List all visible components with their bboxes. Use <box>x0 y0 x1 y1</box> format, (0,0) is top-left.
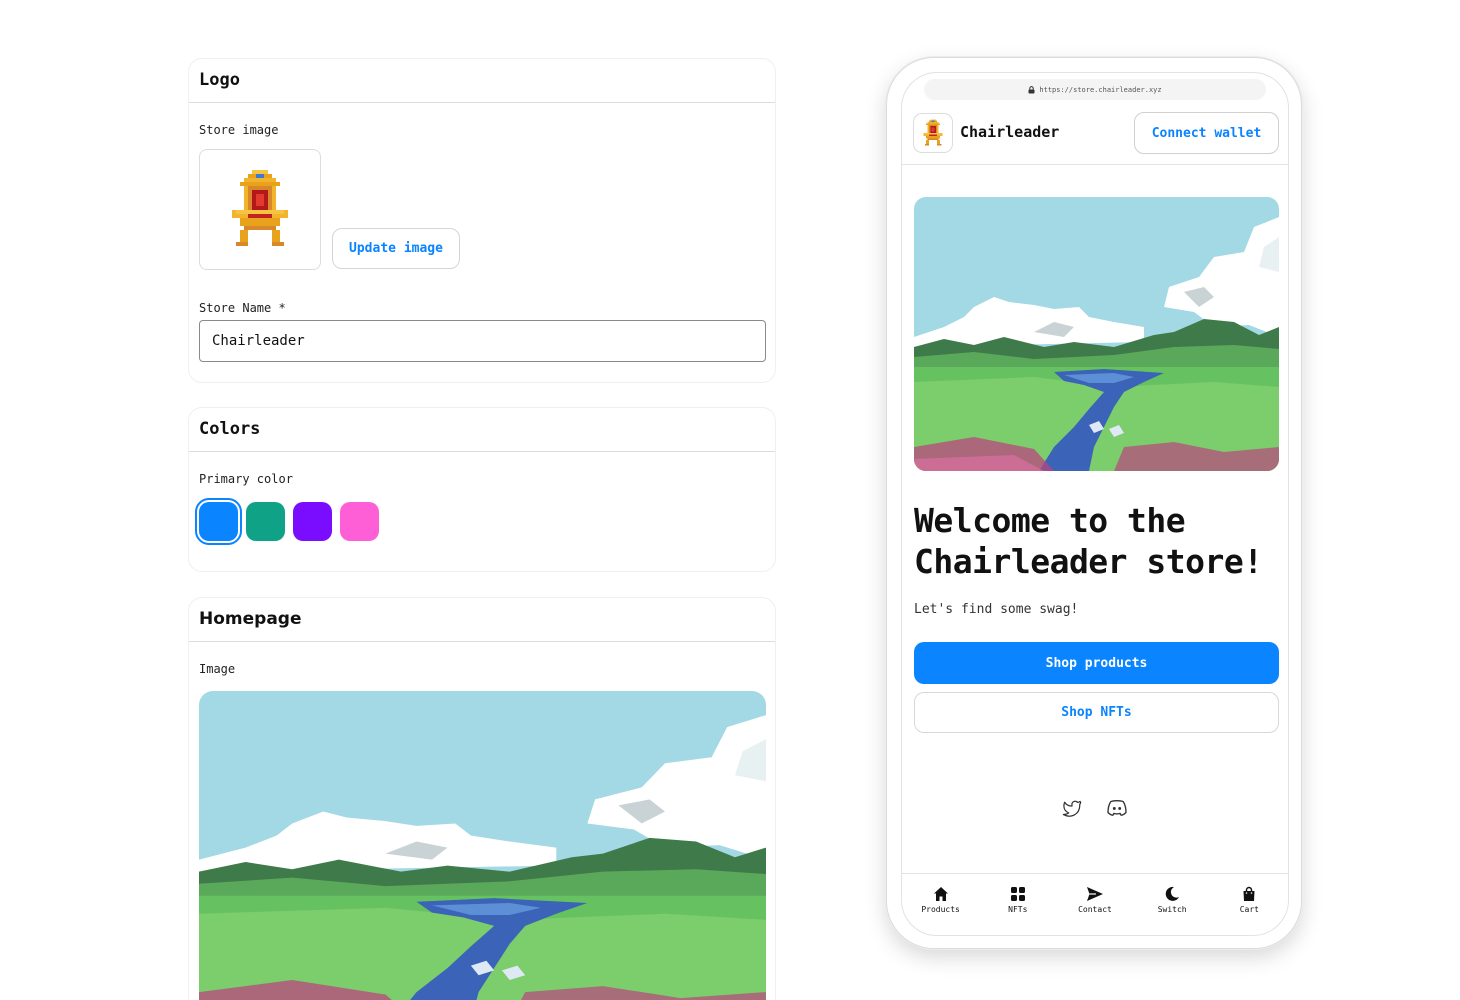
store-image-preview <box>199 149 321 270</box>
color-swatch-purple[interactable] <box>293 502 332 541</box>
homepage-image-label: Image <box>199 662 236 676</box>
store-name-label: Store Name * <box>199 301 286 315</box>
home-icon <box>933 887 948 901</box>
tab-switch[interactable]: Switch <box>1140 886 1204 935</box>
discord-icon[interactable] <box>1106 799 1128 817</box>
moon-icon <box>1165 886 1180 901</box>
lock-icon <box>1028 85 1035 93</box>
color-swatch-green[interactable] <box>246 502 285 541</box>
tab-label: Switch <box>1157 905 1187 914</box>
tab-nfts[interactable]: NFTs <box>986 886 1050 935</box>
bottom-tab-bar: Products NFTs Contact Switch Cart <box>902 873 1288 935</box>
landscape-hero-image <box>914 197 1279 471</box>
color-swatch-group <box>195 498 379 545</box>
store-name: Chairleader <box>960 123 1060 141</box>
tab-label: Contact <box>1078 905 1112 914</box>
logo-settings-card: Logo Store image Update image Store Name… <box>188 58 776 383</box>
shop-products-button[interactable]: Shop products <box>914 642 1279 684</box>
primary-color-label: Primary color <box>199 472 293 486</box>
store-logo[interactable] <box>913 113 953 153</box>
tab-contact[interactable]: Contact <box>1063 886 1127 935</box>
send-icon <box>1086 887 1103 901</box>
hero-subtitle: Let's find some swag! <box>914 602 1079 617</box>
tab-label: Cart <box>1239 905 1259 914</box>
phone-screen: https://store.chairleader.xyz Chairleade… <box>901 72 1289 936</box>
update-image-button[interactable]: Update image <box>332 228 460 269</box>
logo-section-title: Logo <box>189 59 775 103</box>
url-text: https://store.chairleader.xyz <box>1039 85 1162 94</box>
homepage-section-title: Homepage <box>189 598 775 642</box>
browser-url-bar: https://store.chairleader.xyz <box>924 79 1266 100</box>
colors-settings-card: Colors Primary color <box>188 407 776 572</box>
tab-label: Products <box>921 905 960 914</box>
hero-image <box>914 197 1279 471</box>
shop-nfts-button[interactable]: Shop NFTs <box>914 692 1279 733</box>
grid-icon <box>1010 887 1025 901</box>
bag-icon <box>1243 886 1255 901</box>
color-swatch-pink[interactable] <box>340 502 379 541</box>
colors-section-title: Colors <box>189 408 775 452</box>
phone-preview-frame: https://store.chairleader.xyz Chairleade… <box>886 57 1302 949</box>
hero-title: Welcome to the Chairleader store! <box>914 501 1263 581</box>
store-header: Chairleader Connect wallet <box>902 111 1288 165</box>
landscape-image <box>199 691 766 1000</box>
throne-icon <box>922 119 944 147</box>
connect-wallet-button[interactable]: Connect wallet <box>1134 112 1279 154</box>
store-image-label: Store image <box>199 123 279 137</box>
social-links <box>902 799 1288 817</box>
homepage-settings-card: Homepage Image <box>188 597 776 1000</box>
homepage-image-preview[interactable] <box>199 691 766 1000</box>
tab-products[interactable]: Products <box>909 886 973 935</box>
tab-label: NFTs <box>1008 905 1028 914</box>
color-swatch-blue[interactable] <box>195 498 242 545</box>
twitter-icon[interactable] <box>1062 799 1082 817</box>
tab-cart[interactable]: Cart <box>1217 886 1281 935</box>
throne-logo-image <box>228 169 292 251</box>
store-name-input[interactable] <box>199 320 766 362</box>
